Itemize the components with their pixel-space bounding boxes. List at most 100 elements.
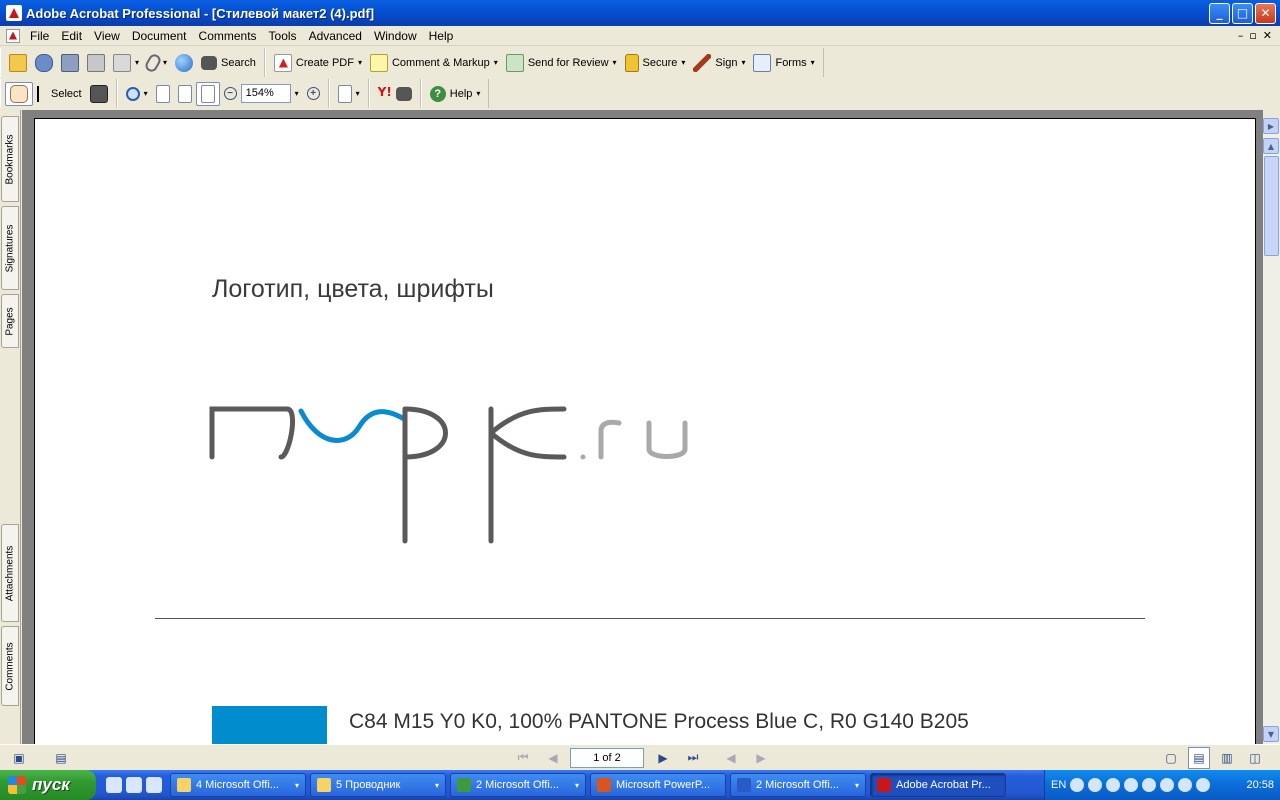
menu-tools[interactable]: Tools bbox=[263, 29, 303, 43]
logo-letter-k-leg bbox=[488, 430, 567, 460]
quick-launch-icon[interactable] bbox=[146, 777, 162, 793]
menu-document[interactable]: Document bbox=[126, 29, 193, 43]
zoom-in-button[interactable]: + bbox=[303, 82, 324, 106]
tab-bookmarks[interactable]: Bookmarks bbox=[1, 116, 19, 202]
first-page-button[interactable]: ⏮ bbox=[512, 747, 534, 769]
organizer-button[interactable] bbox=[31, 51, 57, 75]
previous-view-button[interactable]: ◀ bbox=[720, 747, 742, 769]
tray-expand-icon[interactable] bbox=[1070, 778, 1085, 792]
menu-file[interactable]: File bbox=[24, 29, 55, 43]
save-button[interactable] bbox=[57, 51, 83, 75]
tab-attachments[interactable]: Attachments bbox=[1, 524, 19, 622]
select-tool-button[interactable]: Select bbox=[33, 82, 86, 106]
start-button[interactable]: пуск bbox=[0, 770, 96, 800]
snapshot-button[interactable] bbox=[86, 82, 112, 106]
menu-view[interactable]: View bbox=[88, 29, 126, 43]
menu-comments[interactable]: Comments bbox=[193, 29, 263, 43]
binoculars-icon bbox=[395, 86, 412, 101]
tray-icon[interactable] bbox=[1160, 778, 1175, 792]
scroll-thumb[interactable] bbox=[1264, 156, 1279, 256]
email-button[interactable]: ▾ bbox=[109, 51, 143, 75]
doc-close-button[interactable]: ✕ bbox=[1263, 29, 1272, 42]
tab-signatures[interactable]: Signatures bbox=[1, 206, 19, 290]
tab-pages[interactable]: Pages bbox=[1, 294, 19, 348]
taskbar-button[interactable]: 4 Microsoft Offi... ▾ bbox=[170, 773, 306, 797]
menu-window[interactable]: Window bbox=[368, 29, 423, 43]
next-view-button[interactable]: ▶ bbox=[750, 747, 772, 769]
print-button[interactable] bbox=[83, 51, 109, 75]
menu-help[interactable]: Help bbox=[423, 29, 460, 43]
zoom-level-input[interactable]: 154% bbox=[240, 84, 291, 103]
tray-icon[interactable] bbox=[1124, 778, 1139, 792]
forms-button[interactable]: Forms ▾ bbox=[749, 51, 818, 75]
fit-page-button[interactable] bbox=[174, 82, 196, 106]
globe-icon bbox=[175, 53, 194, 72]
actual-size-button[interactable] bbox=[152, 82, 174, 106]
clock[interactable]: 20:58 bbox=[1246, 779, 1274, 791]
taskbar-button[interactable]: 5 Проводник ▾ bbox=[310, 773, 446, 797]
outlook-icon bbox=[177, 778, 191, 792]
doc-restore-button[interactable]: ▫ bbox=[1249, 29, 1256, 42]
yahoo-search-button[interactable]: Y! bbox=[374, 82, 416, 106]
document-view[interactable]: Логотип, цвета, шрифты C84 M15 Y0 K0, 10… bbox=[22, 110, 1263, 744]
send-for-review-label: Send for Review bbox=[527, 56, 609, 69]
yahoo-icon: Y! bbox=[377, 84, 392, 99]
show-hide-icon[interactable]: ▤ bbox=[50, 747, 72, 769]
tab-comments[interactable]: Comments bbox=[1, 626, 19, 706]
quick-launch-icon[interactable] bbox=[126, 777, 142, 793]
rotate-view-button[interactable]: ▾ bbox=[334, 82, 364, 106]
secure-label: Secure bbox=[642, 56, 678, 69]
fit-width-button[interactable] bbox=[195, 81, 220, 106]
help-tools: ? Help ▾ bbox=[420, 79, 490, 108]
close-button[interactable]: ✕ bbox=[1255, 2, 1276, 24]
zoom-dropdown-button[interactable]: ▾ bbox=[291, 82, 303, 106]
create-pdf-button[interactable]: Create PDF ▾ bbox=[270, 51, 366, 75]
fit-width-icon bbox=[200, 84, 215, 103]
taskbar-button[interactable]: Microsoft PowerP... bbox=[590, 773, 726, 797]
minimize-button[interactable]: _ bbox=[1209, 2, 1230, 24]
search-button[interactable]: Search bbox=[197, 51, 260, 75]
scroll-up-button[interactable]: ▲ bbox=[1263, 138, 1279, 154]
quick-launch-icon[interactable] bbox=[106, 777, 122, 793]
last-page-button[interactable]: ⏭ bbox=[682, 747, 704, 769]
taskbar-button[interactable]: 2 Microsoft Offi... ▾ bbox=[450, 773, 586, 797]
page-number-input[interactable]: 1 of 2 bbox=[570, 747, 644, 768]
scroll-down-button[interactable]: ▼ bbox=[1263, 726, 1279, 742]
continuous-layout-button[interactable]: ▤ bbox=[1188, 746, 1210, 769]
menu-advanced[interactable]: Advanced bbox=[303, 29, 368, 43]
maximize-button[interactable]: □ bbox=[1232, 2, 1253, 24]
previous-page-button[interactable]: ◀ bbox=[542, 747, 564, 769]
single-page-layout-button[interactable]: ▢ bbox=[1160, 747, 1182, 769]
tray-icon[interactable] bbox=[1106, 778, 1121, 792]
comment-markup-button[interactable]: Comment & Markup ▾ bbox=[366, 51, 502, 75]
help-button[interactable]: ? Help ▾ bbox=[426, 82, 485, 106]
language-indicator[interactable]: EN bbox=[1051, 779, 1066, 791]
view-toolbar: Select ▾ − 154% ▾ + ▾ Y! ? Help ▾ bbox=[0, 78, 1280, 109]
doc-minimize-button[interactable]: – bbox=[1238, 29, 1244, 42]
vertical-scrollbar[interactable]: ▶ ▲ ▼ bbox=[1263, 118, 1280, 744]
system-tray: EN 20:58 bbox=[1044, 770, 1280, 800]
zoom-tool-button[interactable]: ▾ bbox=[122, 82, 152, 106]
taskbar-button[interactable]: 2 Microsoft Offi... ▾ bbox=[730, 773, 866, 797]
taskbar-button-active[interactable]: Adobe Acrobat Pr... bbox=[870, 773, 1006, 797]
continuous-facing-button[interactable]: ▥ bbox=[1216, 747, 1238, 769]
web-button[interactable] bbox=[171, 51, 197, 75]
zoom-out-button[interactable]: − bbox=[220, 82, 241, 106]
facing-layout-button[interactable]: ◫ bbox=[1244, 747, 1266, 769]
menu-edit[interactable]: Edit bbox=[55, 29, 88, 43]
sign-button[interactable]: Sign ▾ bbox=[689, 51, 749, 75]
logo-letter-r-bowl bbox=[402, 406, 448, 460]
tray-icon[interactable] bbox=[1196, 778, 1211, 792]
tray-icon[interactable] bbox=[1088, 778, 1103, 792]
open-button[interactable] bbox=[5, 51, 31, 75]
document-icon[interactable] bbox=[6, 28, 20, 43]
attach-button[interactable]: ▾ bbox=[143, 51, 171, 75]
secure-button[interactable]: Secure ▾ bbox=[621, 51, 690, 75]
tray-icon[interactable] bbox=[1142, 778, 1157, 792]
hand-tool-button[interactable] bbox=[5, 81, 33, 106]
page-icon bbox=[155, 84, 170, 103]
tray-icon[interactable] bbox=[1178, 778, 1193, 792]
send-for-review-button[interactable]: Send for Review ▾ bbox=[502, 51, 621, 75]
panel-toggle-button[interactable]: ▶ bbox=[1263, 118, 1279, 134]
next-page-button[interactable]: ▶ bbox=[652, 747, 674, 769]
